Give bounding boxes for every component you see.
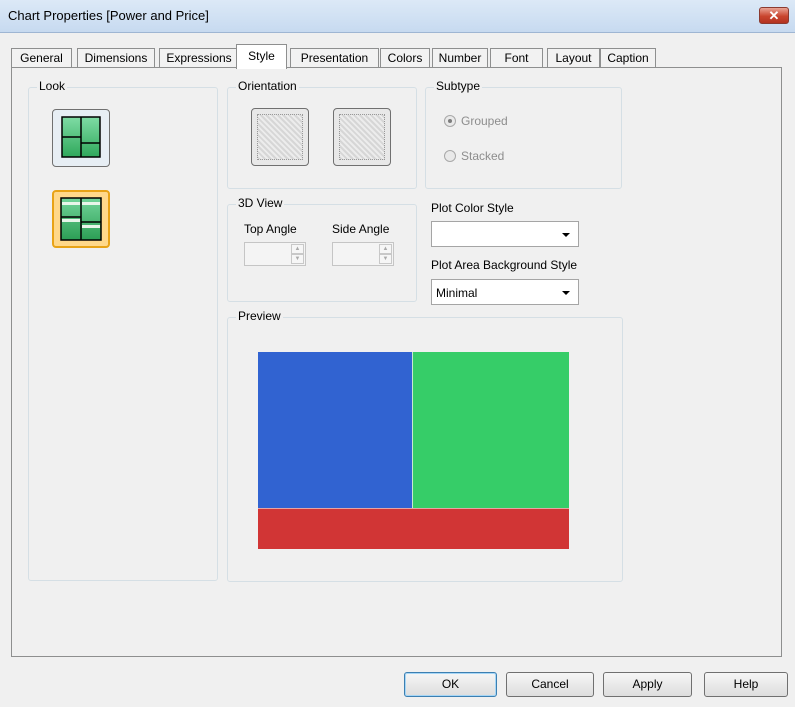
tab-colors[interactable]: Colors	[380, 48, 430, 68]
close-button[interactable]: ✕	[759, 7, 789, 24]
tab-layout[interactable]: Layout	[547, 48, 600, 68]
help-button[interactable]: Help	[704, 672, 788, 697]
horizontal-orientation-icon	[339, 114, 385, 160]
orientation-horizontal-button[interactable]	[333, 108, 391, 166]
3d-view-label: 3D View	[236, 196, 285, 210]
3d-view-group: 3D View Top Angle Side Angle ▲ ▼ ▲ ▼	[227, 196, 417, 302]
preview-group: Preview	[227, 309, 623, 582]
look-label: Look	[37, 79, 68, 93]
tab-expressions[interactable]: Expressions	[159, 48, 239, 68]
plot-color-style-label: Plot Color Style	[431, 201, 514, 215]
look-option-2[interactable]	[52, 190, 110, 248]
look-option-1[interactable]	[52, 109, 110, 167]
look-1-icon	[61, 116, 101, 158]
tab-number[interactable]: Number	[432, 48, 488, 68]
look-2-icon	[60, 197, 102, 241]
chevron-down-icon	[562, 291, 570, 295]
title-bar: Chart Properties [Power and Price] ✕	[0, 0, 795, 33]
apply-button[interactable]: Apply	[603, 672, 692, 697]
cancel-button[interactable]: Cancel	[506, 672, 594, 697]
preview-blue-region	[258, 352, 413, 508]
dialog-body: General Dimensions Expressions Style Pre…	[0, 33, 795, 707]
spin-down-icon[interactable]: ▼	[291, 254, 304, 264]
spin-down-icon[interactable]: ▼	[379, 254, 392, 264]
chevron-down-icon	[562, 233, 570, 237]
orientation-vertical-button[interactable]	[251, 108, 309, 166]
plot-area-bg-label: Plot Area Background Style	[431, 258, 578, 272]
window-title: Chart Properties [Power and Price]	[8, 8, 209, 23]
spin-up-icon[interactable]: ▲	[379, 244, 392, 254]
top-angle-spinner[interactable]: ▲ ▼	[244, 242, 306, 266]
top-angle-label: Top Angle	[244, 222, 297, 236]
close-icon: ✕	[768, 8, 780, 23]
spin-up-icon[interactable]: ▲	[291, 244, 304, 254]
preview-area	[258, 352, 569, 549]
tab-dimensions[interactable]: Dimensions	[77, 48, 155, 68]
ok-button[interactable]: OK	[404, 672, 497, 697]
radio-unchecked-icon	[444, 150, 456, 162]
tab-general[interactable]: General	[11, 48, 72, 68]
subtype-label: Subtype	[434, 79, 483, 93]
plot-area-bg-select[interactable]: Minimal	[431, 279, 579, 305]
tab-presentation[interactable]: Presentation	[290, 48, 379, 68]
preview-green-region	[413, 352, 569, 508]
tab-style[interactable]: Style	[236, 44, 287, 69]
tab-font[interactable]: Font	[490, 48, 543, 68]
plot-color-style-select[interactable]	[431, 221, 579, 247]
orientation-label: Orientation	[236, 79, 299, 93]
tab-caption[interactable]: Caption	[600, 48, 656, 68]
preview-label: Preview	[236, 309, 283, 323]
radio-checked-icon	[444, 115, 456, 127]
preview-red-region	[258, 508, 569, 549]
side-angle-spinner[interactable]: ▲ ▼	[332, 242, 394, 266]
vertical-orientation-icon	[257, 114, 303, 160]
side-angle-label: Side Angle	[332, 222, 390, 236]
look-group: Look	[28, 79, 218, 581]
orientation-group: Orientation	[227, 79, 417, 189]
style-tab-panel: Look Orientation Subtype Grouped Stacked…	[11, 67, 782, 657]
subtype-group: Subtype Grouped Stacked	[425, 79, 622, 189]
